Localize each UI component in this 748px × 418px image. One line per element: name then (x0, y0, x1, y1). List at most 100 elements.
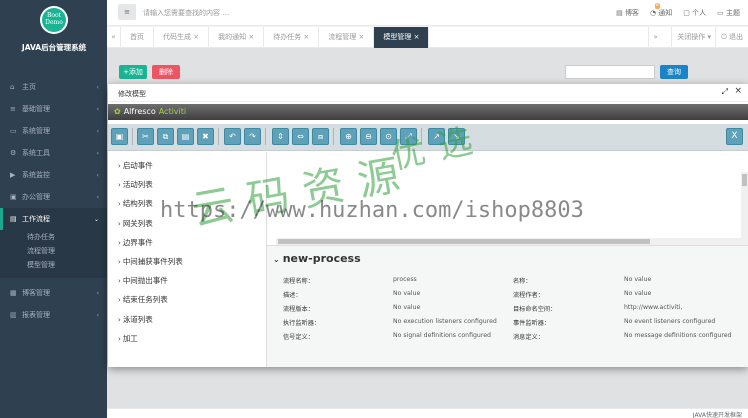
sidebar-item-office[interactable]: ▣ 办公管理 ‹ (0, 186, 107, 208)
chevron-right-icon: › (118, 200, 121, 209)
sidebar-item-home[interactable]: ⌂ 主页 ‹ (0, 76, 107, 98)
chevron-left-icon: ‹ (96, 149, 99, 157)
palette-group[interactable]: › 泳道列表 (108, 310, 266, 329)
chevron-left-icon: ‹ (96, 171, 99, 179)
undo-icon[interactable]: ↶ (224, 128, 241, 145)
copy-icon[interactable]: ⧉ (157, 128, 174, 145)
palette-group[interactable]: › 中间捕获事件列表 (108, 252, 266, 271)
chevron-right-icon: › (118, 257, 121, 266)
sidebar-subitem-todo[interactable]: 待办任务 (0, 230, 107, 244)
palette-group[interactable]: › 结束任务列表 (108, 290, 266, 309)
tab-model[interactable]: 模型管理 × (374, 27, 430, 48)
redo-icon[interactable]: ↷ (244, 128, 261, 145)
chevron-right-icon: › (118, 219, 121, 228)
chevron-right-icon: › (118, 277, 121, 286)
palette-group[interactable]: › 加工 (108, 329, 266, 348)
chevron-right-icon: › (118, 334, 121, 343)
properties-panel: ⌄ new-process 流程名称： process 名称： No value 描述… (267, 245, 748, 367)
top-right-menu: ▤ 博客 ◔ 8 通知 ▢ 个人 ▭ 主题 (616, 3, 740, 18)
query-input[interactable] (565, 65, 655, 79)
logout-button[interactable]: ⏻ 退出 (715, 27, 748, 48)
tab-home[interactable]: 首页 (121, 27, 154, 48)
close-editor-icon[interactable]: X (726, 128, 743, 145)
align-vertical-icon[interactable]: ⇕ (272, 128, 289, 145)
dialog-title: 修改模型 (118, 90, 146, 98)
save-icon[interactable]: ▣ (111, 128, 128, 145)
notification-link[interactable]: ◔ 8 通知 (649, 3, 672, 18)
close-ops-dropdown[interactable]: 关闭操作 ▾ (671, 27, 716, 48)
chevron-left-icon: ‹ (96, 193, 99, 201)
blog-link[interactable]: ▤ 博客 (616, 8, 639, 18)
properties-title[interactable]: ⌄ new-process (273, 252, 361, 265)
query-button[interactable]: 查询 (660, 65, 688, 79)
footer-text: JAVA快速开发框架 (692, 412, 742, 418)
chevron-right-icon: › (118, 315, 121, 324)
close-icon[interactable]: × (734, 86, 742, 96)
tabs-prev-icon[interactable]: « (107, 27, 121, 48)
chevron-left-icon: ‹ (96, 289, 99, 297)
sidebar-item-report[interactable]: ▥ 报表管理 ‹ (0, 304, 107, 326)
dialog-header: 修改模型 ⤢ × (108, 84, 748, 102)
zoom-out-icon[interactable]: ⊖ (360, 128, 377, 145)
list-icon: ≡ (10, 105, 16, 113)
sidebar-item-tools[interactable]: ⚙ 系统工具 ‹ (0, 142, 107, 164)
blog-icon: ▦ (10, 289, 17, 297)
sidebar-item-blog[interactable]: ▦ 博客管理 ‹ (0, 282, 107, 304)
monitor-icon: ▭ (10, 127, 17, 135)
sidebar-subitem-model[interactable]: 模型管理 (0, 258, 107, 272)
sidebar-item-basic[interactable]: ≡ 基础管理 ‹ (0, 98, 107, 120)
app-title: JAVA后台管理系统 (21, 43, 87, 52)
chevron-left-icon: ‹ (96, 127, 99, 135)
tab-codegen[interactable]: 代码生成 × (154, 27, 210, 48)
chevron-down-icon: ⌄ (93, 215, 99, 223)
sidebar-subitem-process[interactable]: 流程管理 (0, 244, 107, 258)
toolbar-divider (265, 128, 266, 145)
logo: Boot Demo JAVA后台管理系统 (8, 6, 100, 64)
bell-icon: ◔ (649, 9, 657, 17)
logo-badge: Boot Demo (40, 6, 68, 34)
delete-button[interactable]: 删除 (152, 65, 180, 79)
user-icon: ▢ (683, 9, 690, 17)
sidebar: Boot Demo JAVA后台管理系统 ⌂ 主页 ‹ ≡ 基础管理 ‹ ▭ 系统管理 ‹ … (0, 0, 107, 418)
profile-link[interactable]: ▢ 个人 (683, 8, 706, 18)
footer: JAVA快速开发框架 (107, 408, 748, 418)
align-same-size-icon[interactable]: ⧈ (312, 128, 329, 145)
workflow-icon: ▤ (10, 215, 17, 223)
canvas-horizontal-scrollbar[interactable] (276, 238, 748, 245)
sidebar-item-system[interactable]: ▭ 系统管理 ‹ (0, 120, 107, 142)
gear-icon: ⚙ (10, 149, 17, 157)
alfresco-flower-icon: ✿ (114, 107, 121, 116)
tabs-next-icon[interactable]: » (648, 27, 662, 48)
align-horizontal-icon[interactable]: ⇔ (292, 128, 309, 145)
palette-group[interactable]: › 边界事件 (108, 233, 266, 252)
tab-notice[interactable]: 我的通知 × (209, 27, 265, 48)
scrollbar-thumb[interactable] (742, 174, 747, 186)
sidebar-item-workflow[interactable]: ▤ 工作流程 ⌄ (0, 208, 107, 230)
tabs-bar: « 首页 代码生成 × 我的通知 × 待办任务 × 流程管理 × 模型管理 × … (107, 27, 748, 48)
tab-todo[interactable]: 待办任务 × (264, 27, 320, 48)
sidebar-item-monitor[interactable]: ▶ 系统监控 ‹ (0, 164, 107, 186)
canvas-vertical-scrollbar[interactable] (741, 172, 748, 238)
chevron-right-icon: › (118, 181, 121, 190)
chevron-left-icon: ‹ (96, 105, 99, 113)
scrollbar-thumb[interactable] (278, 239, 650, 244)
search-input[interactable]: 请输入您需要查找的内容 … (143, 8, 229, 18)
maximize-icon[interactable]: ⤢ (722, 87, 728, 97)
tab-process[interactable]: 流程管理 × (319, 27, 375, 48)
zoom-in-icon[interactable]: ⊕ (340, 128, 357, 145)
palette-group[interactable]: › 中间抛出事件 (108, 271, 266, 290)
cut-icon[interactable]: ✂ (137, 128, 154, 145)
chevron-left-icon: ‹ (96, 311, 99, 319)
activiti-logo: ✿ Alfresco Activiti (114, 107, 187, 116)
menu-toggle-icon[interactable]: ≡ (118, 4, 136, 20)
side-nav: ⌂ 主页 ‹ ≡ 基础管理 ‹ ▭ 系统管理 ‹ ⚙ 系统工具 ‹ ▶ 系统监控 ‹ ▣ 办公管理 ‹ … (0, 76, 107, 326)
delete-icon[interactable]: ✖ (197, 128, 214, 145)
notification-badge: 8 (654, 3, 660, 9)
add-button[interactable]: +添加 (119, 65, 147, 79)
report-icon: ▥ (10, 311, 17, 319)
home-icon: ⌂ (10, 83, 15, 91)
chevron-right-icon: › (118, 296, 121, 305)
theme-icon: ▭ (717, 9, 724, 17)
paste-icon[interactable]: ▤ (177, 128, 194, 145)
theme-link[interactable]: ▭ 主题 (717, 8, 740, 18)
